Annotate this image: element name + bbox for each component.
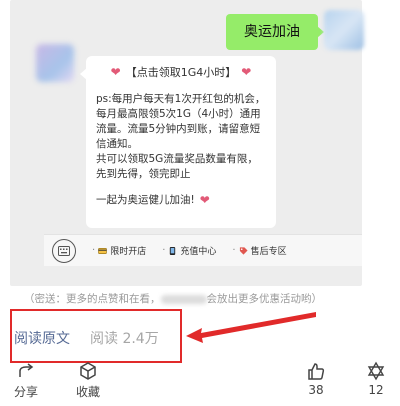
menu-item-after-sales[interactable]: · 售后专区 [232,244,286,257]
wow-count: 12 [368,383,384,397]
cube-icon [80,362,96,380]
read-count: 阅读 2.4万 [90,331,159,347]
promo-message-card: ❤ 【点击领取1G4小时】 ❤ ps:每用户每天有1次开红包的机会，每月最高限领… [80,56,276,228]
my-message-bubble: 奥运加油 [226,14,324,50]
like-button[interactable]: 38 [306,361,326,397]
sender-avatar [36,44,74,82]
card-title: 【点击领取1G4小时】 [125,66,237,79]
menu-item-recharge[interactable]: · 充值中心 [162,244,216,257]
heart-icon: ❤ [110,65,121,79]
chat-menu-bar: · 限时开店 · 充值中心 · 售后专区 [44,234,362,266]
card-icon [98,247,108,254]
like-count: 38 [308,383,324,397]
menu-item-shop[interactable]: · 限时开店 [92,244,146,257]
card-footer: 一起为奥运健儿加油! [96,194,195,206]
read-original-link[interactable]: 阅读原文 [14,328,70,348]
share-button[interactable]: 分享 [14,361,38,400]
card-footer-row: 一起为奥运健儿加油! ❤ [96,192,266,207]
heart-icon: ❤ [241,65,252,79]
red-arrow-icon [186,312,316,343]
share-label: 分享 [14,385,39,399]
wow-button[interactable]: 12 [366,361,386,397]
menu-item-label: 售后专区 [250,247,287,257]
blurred-text [160,294,207,304]
keyboard-icon[interactable] [52,238,76,263]
favorite-label: 收藏 [76,385,101,399]
star-of-david-icon [367,361,385,381]
thumbs-up-icon [308,363,325,380]
share-icon [19,363,34,377]
favorite-button[interactable]: 收藏 [76,361,100,400]
menu-item-label: 限时开店 [110,247,147,257]
my-avatar [324,10,364,50]
notice-text: （密送：更多的点赞和在看， 会放出更多优惠活动哟） [24,293,322,305]
card-title-row: ❤ 【点击领取1G4小时】 ❤ [96,64,266,80]
menu-item-label: 充值中心 [180,247,217,257]
heart-icon: ❤ [199,192,210,207]
phone-icon [170,246,176,255]
tag-icon [239,246,248,255]
card-body: ps:每用户每天有1次开红包的机会，每月最高限领5次1G（4小时）通用流量。流量… [96,93,266,180]
